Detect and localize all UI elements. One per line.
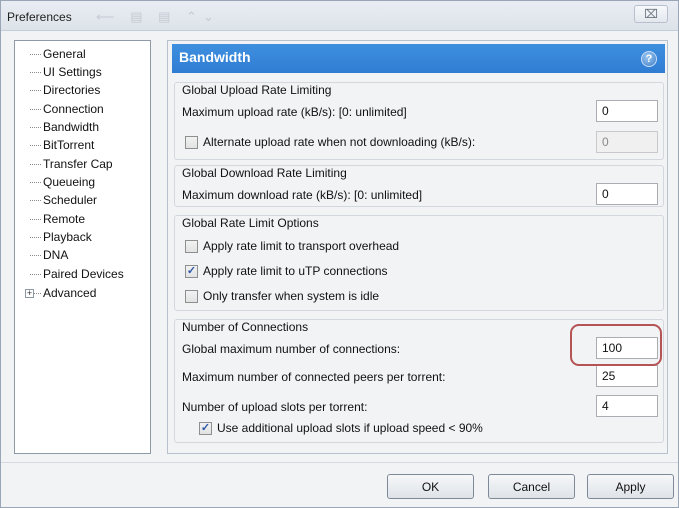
tree-connector bbox=[30, 72, 41, 73]
utp-checkbox[interactable]: ✓ bbox=[185, 265, 198, 278]
alt-upload-input[interactable] bbox=[596, 131, 658, 153]
idle-only-label: Only transfer when system is idle bbox=[203, 289, 380, 303]
panel-header: Bandwidth ? bbox=[172, 44, 665, 73]
download-group-title: Global Download Rate Limiting bbox=[182, 166, 347, 180]
title-bar-ghost-toolbar: ⟵ ▤ ▤ ⌃⌄ bbox=[96, 9, 220, 24]
rate-options-group: Global Rate Limit Options Apply rate lim… bbox=[174, 215, 664, 311]
cancel-button[interactable]: Cancel bbox=[488, 474, 575, 499]
apply-button[interactable]: Apply bbox=[587, 474, 674, 499]
tree-connector bbox=[30, 200, 41, 201]
global-connections-label: Global maximum number of connections: bbox=[182, 342, 401, 356]
tree-item-playback[interactable]: Playback bbox=[43, 229, 92, 246]
tree-connector bbox=[30, 54, 41, 55]
tree-connector bbox=[30, 237, 41, 238]
idle-only-checkbox[interactable] bbox=[185, 290, 198, 303]
window-title: Preferences bbox=[7, 10, 72, 24]
upload-group-title: Global Upload Rate Limiting bbox=[182, 83, 332, 97]
alt-upload-checkbox[interactable] bbox=[185, 136, 198, 149]
transport-overhead-label: Apply rate limit to transport overhead bbox=[203, 239, 400, 253]
upload-slots-label: Number of upload slots per torrent: bbox=[182, 400, 368, 414]
max-upload-label: Maximum upload rate (kB/s): [0: unlimite… bbox=[182, 105, 407, 119]
preferences-window: Preferences ⟵ ▤ ▤ ⌃⌄ ⌧ General UI Settin… bbox=[0, 0, 679, 508]
ok-button[interactable]: OK bbox=[387, 474, 474, 499]
tree-item-transfer-cap[interactable]: Transfer Cap bbox=[43, 156, 113, 173]
tree-item-directories[interactable]: Directories bbox=[43, 82, 100, 99]
download-rate-group: Global Download Rate Limiting Maximum do… bbox=[174, 165, 664, 207]
close-button[interactable]: ⌧ bbox=[634, 5, 668, 23]
connections-group-title: Number of Connections bbox=[182, 320, 309, 334]
plus-expand-icon[interactable]: + bbox=[25, 289, 34, 298]
help-icon[interactable]: ? bbox=[641, 51, 657, 67]
extra-slots-label: Use additional upload slots if upload sp… bbox=[217, 421, 483, 435]
tree-item-dna[interactable]: DNA bbox=[43, 247, 68, 264]
tree-connector bbox=[30, 164, 41, 165]
panel-title: Bandwidth bbox=[179, 49, 251, 65]
tree-item-bittorrent[interactable]: BitTorrent bbox=[43, 137, 94, 154]
highlight-annotation bbox=[570, 324, 662, 366]
peers-per-torrent-input[interactable] bbox=[596, 365, 658, 387]
bandwidth-panel: Bandwidth ? Global Upload Rate Limiting … bbox=[167, 40, 668, 454]
tree-connector bbox=[30, 274, 41, 275]
tree-connector bbox=[30, 145, 41, 146]
alt-upload-label: Alternate upload rate when not downloadi… bbox=[203, 135, 476, 149]
tree-item-scheduler[interactable]: Scheduler bbox=[43, 192, 97, 209]
footer-divider bbox=[1, 462, 678, 463]
checkmark-icon: ✓ bbox=[186, 265, 197, 277]
tree-item-connection[interactable]: Connection bbox=[43, 101, 104, 118]
settings-tree[interactable]: General UI Settings Directories Connecti… bbox=[14, 40, 151, 454]
peers-per-torrent-label: Maximum number of connected peers per to… bbox=[182, 370, 446, 384]
close-icon: ⌧ bbox=[644, 7, 658, 21]
extra-slots-checkbox[interactable]: ✓ bbox=[199, 422, 212, 435]
title-bar[interactable]: Preferences ⟵ ▤ ▤ ⌃⌄ ⌧ bbox=[1, 1, 678, 31]
utp-label: Apply rate limit to uTP connections bbox=[203, 264, 388, 278]
tree-item-bandwidth[interactable]: Bandwidth bbox=[43, 119, 99, 136]
tree-item-advanced[interactable]: Advanced bbox=[43, 285, 96, 302]
upload-slots-input[interactable] bbox=[596, 395, 658, 417]
tree-item-ui-settings[interactable]: UI Settings bbox=[43, 64, 102, 81]
tree-connector bbox=[30, 109, 41, 110]
max-download-input[interactable] bbox=[596, 183, 658, 205]
tree-connector bbox=[30, 219, 41, 220]
options-group-title: Global Rate Limit Options bbox=[182, 216, 319, 230]
tree-item-remote[interactable]: Remote bbox=[43, 211, 85, 228]
tree-item-paired-devices[interactable]: Paired Devices bbox=[43, 266, 124, 283]
tree-connector bbox=[34, 293, 41, 294]
tree-connector bbox=[30, 90, 41, 91]
max-download-label: Maximum download rate (kB/s): [0: unlimi… bbox=[182, 188, 423, 202]
tree-item-queueing[interactable]: Queueing bbox=[43, 174, 95, 191]
tree-connector bbox=[30, 127, 41, 128]
tree-item-general[interactable]: General bbox=[43, 46, 86, 63]
tree-connector bbox=[30, 182, 41, 183]
max-upload-input[interactable] bbox=[596, 100, 658, 122]
checkmark-icon: ✓ bbox=[200, 422, 211, 434]
tree-connector bbox=[30, 255, 41, 256]
upload-rate-group: Global Upload Rate Limiting Maximum uplo… bbox=[174, 82, 664, 160]
transport-overhead-checkbox[interactable] bbox=[185, 240, 198, 253]
